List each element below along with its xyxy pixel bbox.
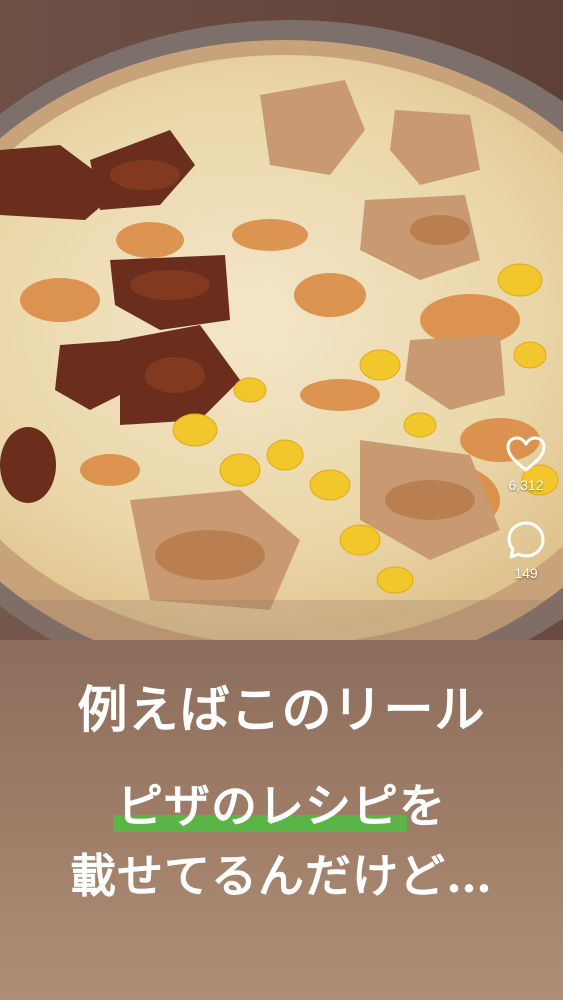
- caption-line-3: 載せてるんだけど…: [70, 849, 493, 903]
- comment-icon[interactable]: [505, 519, 547, 561]
- pizza-illustration: [0, 0, 563, 640]
- like-button[interactable]: 6,312: [505, 435, 547, 493]
- highlighted-text: ピザのレシピ: [113, 770, 407, 836]
- comment-count: 149: [514, 565, 538, 581]
- comment-button[interactable]: 149: [505, 519, 547, 581]
- post-image[interactable]: [0, 0, 563, 640]
- like-count: 6,312: [508, 477, 544, 493]
- caption-line-2: ピザのレシピを: [0, 770, 563, 836]
- post-actions: 6,312 149: [495, 435, 557, 581]
- caption-panel: 例えばこのリール ピザのレシピを 載せてるんだけど…: [0, 640, 563, 1000]
- caption-line-1: 例えばこのリール: [77, 680, 486, 739]
- heart-icon[interactable]: [505, 435, 547, 473]
